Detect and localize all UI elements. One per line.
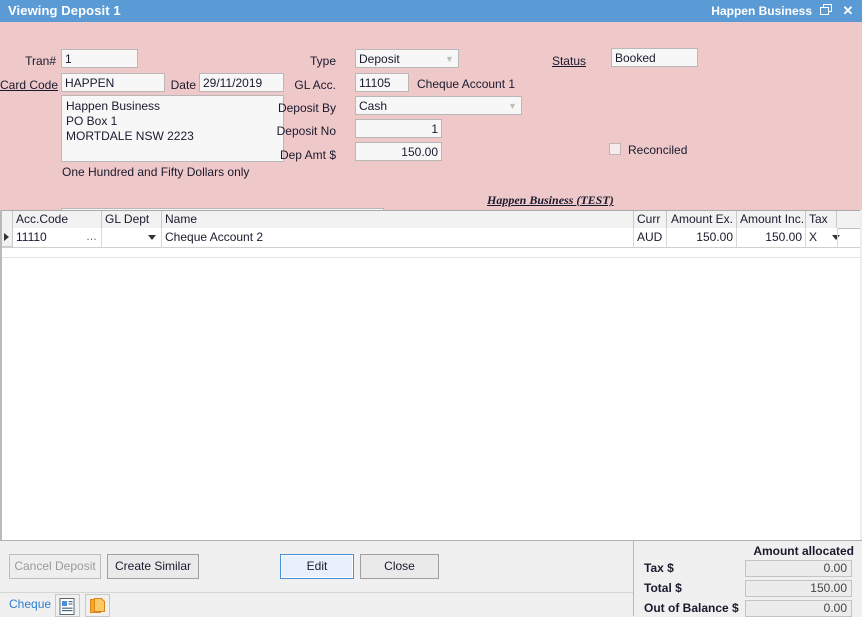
cell-tax-text: X bbox=[809, 230, 817, 244]
deposit-window: Viewing Deposit 1 Happen Business ✕ Tran… bbox=[0, 0, 862, 616]
gl-account-field[interactable]: 11105 bbox=[355, 73, 409, 92]
cell-amount-ex[interactable]: 150.00 bbox=[667, 228, 737, 247]
copy-documents-icon[interactable] bbox=[85, 594, 110, 617]
deposit-amount-label: Dep Amt $ bbox=[262, 148, 336, 162]
footer-divider bbox=[633, 540, 634, 616]
window-title: Viewing Deposit 1 bbox=[8, 3, 121, 18]
tran-number-field[interactable]: 1 bbox=[61, 49, 138, 68]
deposit-by-value: Cash bbox=[359, 99, 387, 113]
column-header-gl-dept[interactable]: GL Dept bbox=[102, 211, 162, 228]
create-similar-button[interactable]: Create Similar bbox=[107, 554, 199, 579]
column-header-tax[interactable]: Tax bbox=[806, 211, 837, 228]
deposit-header-panel: Tran# 1 Card Code HAPPEN Date 29/11/2019… bbox=[0, 22, 862, 210]
type-label: Type bbox=[262, 54, 336, 68]
type-value: Deposit bbox=[359, 52, 400, 66]
cell-amount-inc[interactable]: 150.00 bbox=[737, 228, 806, 247]
cell-acc-code[interactable]: 11110 … bbox=[13, 228, 102, 247]
lookup-ellipsis-icon[interactable]: … bbox=[86, 232, 98, 242]
close-button[interactable]: Close bbox=[360, 554, 439, 579]
close-glyph: ✕ bbox=[840, 2, 856, 19]
column-header-amount-ex[interactable]: Amount Ex. bbox=[667, 211, 737, 228]
deposit-no-field[interactable]: 1 bbox=[355, 119, 442, 138]
amount-in-words-label: One Hundred and Fifty Dollars only bbox=[62, 165, 249, 179]
column-header-name[interactable]: Name bbox=[162, 211, 634, 228]
restore-window-icon[interactable] bbox=[819, 3, 835, 19]
close-icon[interactable]: ✕ bbox=[840, 3, 856, 19]
totals-panel: Amount allocated Tax $ 0.00 Total $ 150.… bbox=[634, 541, 862, 617]
action-button-bar: Cancel Deposit Create Similar Edit Close bbox=[0, 541, 634, 592]
document-link-bar: Cheque bbox=[0, 592, 634, 617]
chevron-down-icon: ▼ bbox=[506, 100, 519, 113]
date-label: Date bbox=[166, 78, 196, 92]
out-of-balance-label: Out of Balance $ bbox=[644, 601, 739, 615]
deposit-lines-grid: Acc.Code GL Dept Name Curr Amount Ex. Am… bbox=[0, 210, 862, 540]
type-dropdown[interactable]: Deposit ▼ bbox=[355, 49, 459, 68]
cell-curr[interactable]: AUD bbox=[634, 228, 667, 247]
deposit-by-label: Deposit By bbox=[262, 101, 336, 115]
app-name-label: Happen Business bbox=[711, 4, 812, 18]
tran-number-label: Tran# bbox=[0, 54, 56, 68]
title-bar: Viewing Deposit 1 Happen Business ✕ bbox=[0, 0, 862, 22]
table-row[interactable]: 11110 … Cheque Account 2 AUD 150.00 150.… bbox=[0, 228, 862, 248]
address-field[interactable]: Happen Business PO Box 1 MORTDALE NSW 22… bbox=[61, 95, 284, 162]
column-header-acc-code[interactable]: Acc.Code bbox=[13, 211, 102, 228]
column-header-curr[interactable]: Curr bbox=[634, 211, 667, 228]
chevron-down-icon: ▼ bbox=[443, 53, 456, 66]
cell-gl-dept[interactable] bbox=[102, 228, 162, 247]
test-watermark: Happen Business (TEST) bbox=[487, 193, 614, 208]
gl-account-label: GL Acc. bbox=[262, 78, 336, 92]
chevron-down-icon[interactable] bbox=[148, 235, 156, 240]
column-header-amount-inc[interactable]: Amount Inc. bbox=[737, 211, 806, 228]
grid-header-filler bbox=[837, 211, 862, 229]
card-code-label[interactable]: Card Code bbox=[0, 78, 56, 92]
status-field: Booked bbox=[611, 48, 698, 67]
status-label[interactable]: Status bbox=[530, 54, 586, 68]
reconciled-label: Reconciled bbox=[628, 143, 687, 157]
deposit-by-dropdown[interactable]: Cash ▼ bbox=[355, 96, 522, 115]
cheque-link[interactable]: Cheque bbox=[9, 597, 51, 611]
grid-empty-row bbox=[0, 247, 862, 258]
grid-header-row: Acc.Code GL Dept Name Curr Amount Ex. Am… bbox=[0, 211, 862, 229]
card-code-field[interactable]: HAPPEN bbox=[61, 73, 165, 92]
report-document-icon[interactable] bbox=[55, 594, 80, 617]
edit-button[interactable]: Edit bbox=[280, 554, 354, 579]
amount-allocated-heading: Amount allocated bbox=[753, 544, 854, 558]
footer-panel: Cancel Deposit Create Similar Edit Close… bbox=[0, 540, 862, 616]
cancel-deposit-button[interactable]: Cancel Deposit bbox=[9, 554, 101, 579]
tax-total-label: Tax $ bbox=[644, 561, 674, 575]
deposit-no-label: Deposit No bbox=[262, 124, 336, 138]
tax-total-value: 0.00 bbox=[745, 560, 852, 577]
cell-name[interactable]: Cheque Account 2 bbox=[162, 228, 634, 247]
gl-account-name: Cheque Account 1 bbox=[417, 77, 515, 91]
cell-acc-code-text: 11110 bbox=[16, 230, 47, 244]
grid-left-border bbox=[0, 210, 2, 540]
out-of-balance-value: 0.00 bbox=[745, 600, 852, 617]
total-value: 150.00 bbox=[745, 580, 852, 597]
deposit-amount-field[interactable]: 150.00 bbox=[355, 142, 442, 161]
reconciled-checkbox[interactable] bbox=[609, 143, 621, 155]
total-label: Total $ bbox=[644, 581, 682, 595]
tax-chevron-down-icon[interactable] bbox=[832, 235, 840, 240]
